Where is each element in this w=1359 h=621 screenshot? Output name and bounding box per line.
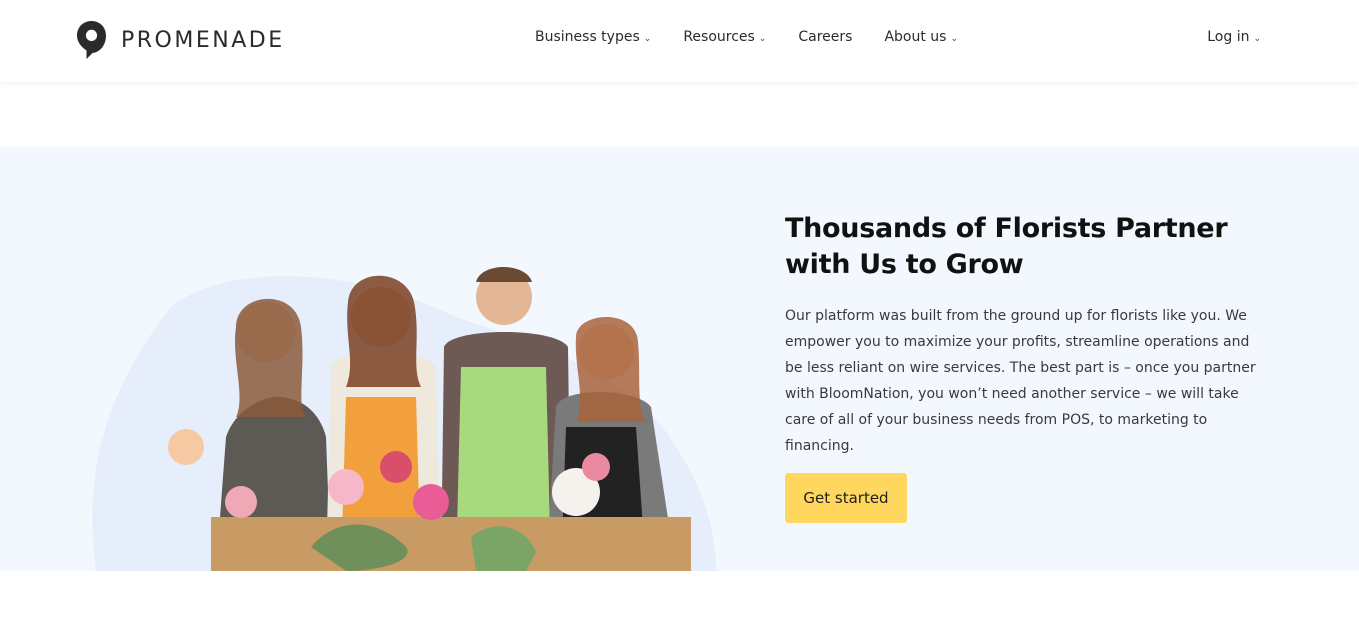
nav-item-label: About us	[884, 29, 947, 45]
nav-item-label: Business types	[535, 29, 640, 45]
location-pin-icon	[77, 21, 106, 59]
hero-title: Thousands of Florists Partner with Us to…	[785, 213, 1228, 280]
chevron-down-icon: ⌄	[1253, 34, 1261, 44]
hero-description: Our platform was built from the ground u…	[785, 308, 1256, 454]
team-of-florists-photo	[92, 267, 716, 571]
nav-item-label: Careers	[798, 29, 853, 45]
get-started-button[interactable]: Get started	[785, 473, 907, 523]
chevron-down-icon: ⌄	[758, 34, 767, 44]
login-menu[interactable]: Log in ⌄	[1207, 29, 1261, 45]
main-nav: Business types ⌄ Resources ⌄ Careers Abo…	[535, 29, 990, 45]
nav-item-business-types[interactable]: Business types ⌄	[535, 29, 651, 45]
hero-copy: Thousands of Florists Partner with Us to…	[785, 211, 1275, 523]
chevron-down-icon: ⌄	[950, 34, 959, 44]
chevron-down-icon: ⌄	[643, 34, 652, 44]
brand-logo[interactable]: PROMENADE	[76, 20, 285, 60]
login-label: Log in	[1207, 29, 1250, 45]
nav-item-resources[interactable]: Resources ⌄	[683, 29, 766, 45]
nav-item-careers[interactable]: Careers	[798, 29, 852, 45]
site-header: PROMENADE Business types ⌄ Resources ⌄ C…	[0, 0, 1359, 82]
nav-item-label: Resources	[683, 29, 755, 45]
brand-name: PROMENADE	[121, 27, 285, 53]
nav-item-about-us[interactable]: About us ⌄	[884, 29, 958, 45]
